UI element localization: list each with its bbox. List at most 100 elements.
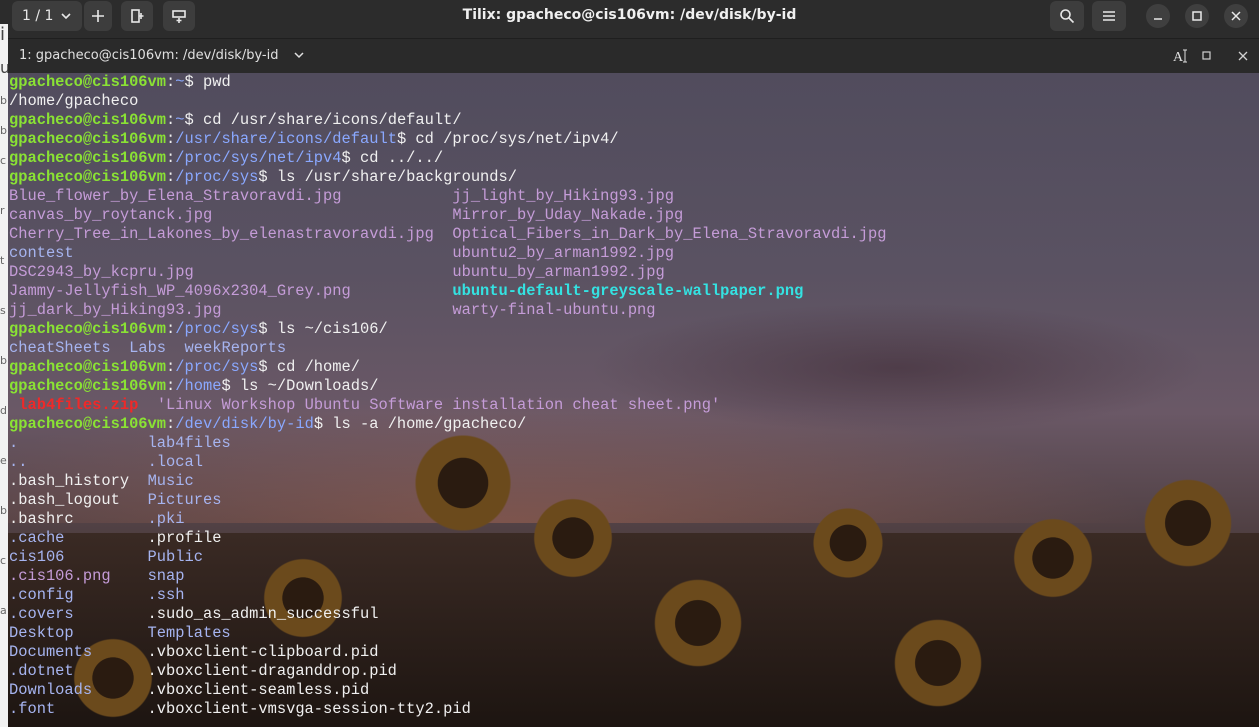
terminal-text-segment: $ cd /home/ bbox=[258, 358, 360, 376]
terminal-line: cheatSheets Labs weekReports bbox=[9, 339, 886, 358]
terminal-line: Downloads .vboxclient-seamless.pid bbox=[9, 681, 886, 700]
terminal-line: .font .vboxclient-vmsvga-session-tty2.pi… bbox=[9, 700, 886, 719]
maximize-button[interactable] bbox=[1185, 4, 1209, 28]
terminal-line: gpacheco@cis106vm:/dev/disk/by-id$ ls -a… bbox=[9, 415, 886, 434]
terminal-text: gpacheco@cis106vm:~$ pwd/home/gpacheco gp… bbox=[9, 73, 886, 719]
terminal-text-segment: $ cd /proc/sys/net/ipv4/ bbox=[396, 130, 619, 148]
terminal-text-segment: .sudo_as_admin_successful bbox=[147, 605, 379, 623]
terminal-text-segment: $ ls -a /home/gpacheco/ bbox=[313, 415, 527, 433]
terminal-text-segment: : bbox=[166, 358, 176, 376]
terminal-text-segment: .cache bbox=[9, 529, 65, 547]
terminal-text-segment: /home bbox=[175, 377, 222, 395]
terminal-text-segment: : bbox=[166, 130, 176, 148]
minimize-icon bbox=[1154, 18, 1162, 20]
terminal-text-segment: gpacheco@cis106vm bbox=[9, 358, 167, 376]
terminal-text-segment: .vboxclient-draganddrop.pid bbox=[147, 662, 397, 680]
terminal-text-segment: . bbox=[9, 434, 19, 452]
chevron-down-icon[interactable] bbox=[293, 49, 305, 61]
terminal-text-segment: gpacheco@cis106vm bbox=[9, 111, 167, 129]
close-button[interactable] bbox=[1224, 4, 1248, 28]
terminal-line: .bashrc .pki bbox=[9, 510, 886, 529]
terminal-text-segment: gpacheco@cis106vm bbox=[9, 320, 167, 338]
svg-text:A: A bbox=[1173, 50, 1184, 64]
header-bar: 1 / 1 Tilix: gpacheco@cis106vm: /dev/dis… bbox=[0, 0, 1259, 39]
terminal-text-segment: : bbox=[166, 73, 176, 91]
terminal-close-icon[interactable] bbox=[1238, 51, 1248, 61]
terminal-text-segment: /proc/sys/net/ipv4 bbox=[175, 149, 342, 167]
terminal-line: .cis106.png snap bbox=[9, 567, 886, 586]
terminal-line: gpacheco@cis106vm:/proc/sys$ ls /usr/sha… bbox=[9, 168, 886, 187]
terminal-line: gpacheco@cis106vm:/proc/sys$ ls ~/cis106… bbox=[9, 320, 886, 339]
terminal-titlebar[interactable]: 1: gpacheco@cis106vm: /dev/disk/by-id A bbox=[8, 39, 1259, 73]
terminal-text-segment: : bbox=[166, 320, 176, 338]
terminal-line: gpacheco@cis106vm:/home$ ls ~/Downloads/ bbox=[9, 377, 886, 396]
background-window-sliver: i u bbc rts bde bca bbox=[0, 24, 8, 727]
terminal-text-segment: Public bbox=[147, 548, 203, 566]
terminal-text-segment: .pki bbox=[147, 510, 185, 528]
terminal-text-segment: Blue_flower_by_Elena_Stravoravdi.jpg bbox=[9, 187, 342, 205]
terminal-text-segment: $ pwd bbox=[184, 73, 231, 91]
terminal-text-segment: cheatSheets bbox=[9, 339, 111, 357]
minimize-button[interactable] bbox=[1146, 4, 1170, 28]
terminal-line: .bash_history Music bbox=[9, 472, 886, 491]
terminal-maximize-icon[interactable] bbox=[1202, 51, 1212, 61]
terminal-text-segment: .cis106.png bbox=[9, 567, 111, 585]
terminal-text-segment: snap bbox=[147, 567, 185, 585]
terminal-text-segment: Optical_Fibers_in_Dark_by_Elena_Stravora… bbox=[452, 225, 887, 243]
menu-button[interactable] bbox=[1092, 1, 1126, 31]
terminal-text-segment: warty-final-ubuntu.png bbox=[452, 301, 656, 319]
terminal-line: jj_dark_by_Hiking93.jpg warty-final-ubun… bbox=[9, 301, 886, 320]
terminal-text-segment: Desktop bbox=[9, 624, 74, 642]
terminal-title: 1: gpacheco@cis106vm: /dev/disk/by-id bbox=[19, 48, 279, 63]
terminal-line: .cache .profile bbox=[9, 529, 886, 548]
terminal-text-segment: Labs bbox=[129, 339, 167, 357]
terminal-text-segment: .bash_logout bbox=[9, 491, 120, 509]
terminal-text-segment: .bash_history bbox=[9, 472, 130, 490]
terminal-text-segment: ubuntu-default-greyscale-wallpaper.png bbox=[452, 282, 804, 300]
terminal-text-segment: ~ bbox=[175, 73, 185, 91]
terminal-text-segment: $ cd ../../ bbox=[341, 149, 444, 167]
terminal-text-segment: Music bbox=[147, 472, 194, 490]
terminal-text-segment: contest bbox=[9, 244, 74, 262]
terminal-line: Documents .vboxclient-clipboard.pid bbox=[9, 643, 886, 662]
search-button[interactable] bbox=[1050, 1, 1084, 31]
sunflower bbox=[888, 613, 988, 713]
terminal-line: gpacheco@cis106vm:~$ cd /usr/share/icons… bbox=[9, 111, 886, 130]
terminal-text-segment: 'Linux Workshop Ubuntu Software installa… bbox=[156, 396, 721, 414]
terminal-text-segment: .local bbox=[147, 453, 203, 471]
terminal-output[interactable]: gpacheco@cis106vm:~$ pwd/home/gpacheco gp… bbox=[8, 73, 1259, 727]
terminal-text-segment: .vboxclient-seamless.pid bbox=[147, 681, 370, 699]
terminal-line: Cherry_Tree_in_Lakones_by_elenastravorav… bbox=[9, 225, 886, 244]
close-icon bbox=[1231, 11, 1241, 21]
terminal-text-segment: ~ bbox=[175, 111, 185, 129]
terminal-text-segment: jj_light_by_Hiking93.jpg bbox=[452, 187, 675, 205]
terminal-text-segment: Documents bbox=[9, 643, 93, 661]
terminal-line: . lab4files bbox=[9, 434, 886, 453]
terminal-line: canvas_by_roytanck.jpg Mirror_by_Uday_Na… bbox=[9, 206, 886, 225]
terminal-text-segment: lab4files bbox=[147, 434, 231, 452]
terminal-text-segment: .ssh bbox=[147, 586, 185, 604]
tilix-window: 1 / 1 Tilix: gpacheco@cis106vm: /dev/dis… bbox=[0, 0, 1259, 727]
text-cursor-icon[interactable]: A bbox=[1173, 48, 1189, 64]
terminal-text-segment: : bbox=[166, 111, 176, 129]
hamburger-menu-icon bbox=[1103, 11, 1115, 21]
terminal-text-segment: .profile bbox=[147, 529, 222, 547]
terminal-text-segment: lab4files.zip bbox=[18, 396, 139, 414]
terminal-text-segment: Downloads bbox=[9, 681, 93, 699]
terminal-line: gpacheco@cis106vm:~$ pwd bbox=[9, 73, 886, 92]
terminal-text-segment: .font bbox=[9, 700, 56, 718]
